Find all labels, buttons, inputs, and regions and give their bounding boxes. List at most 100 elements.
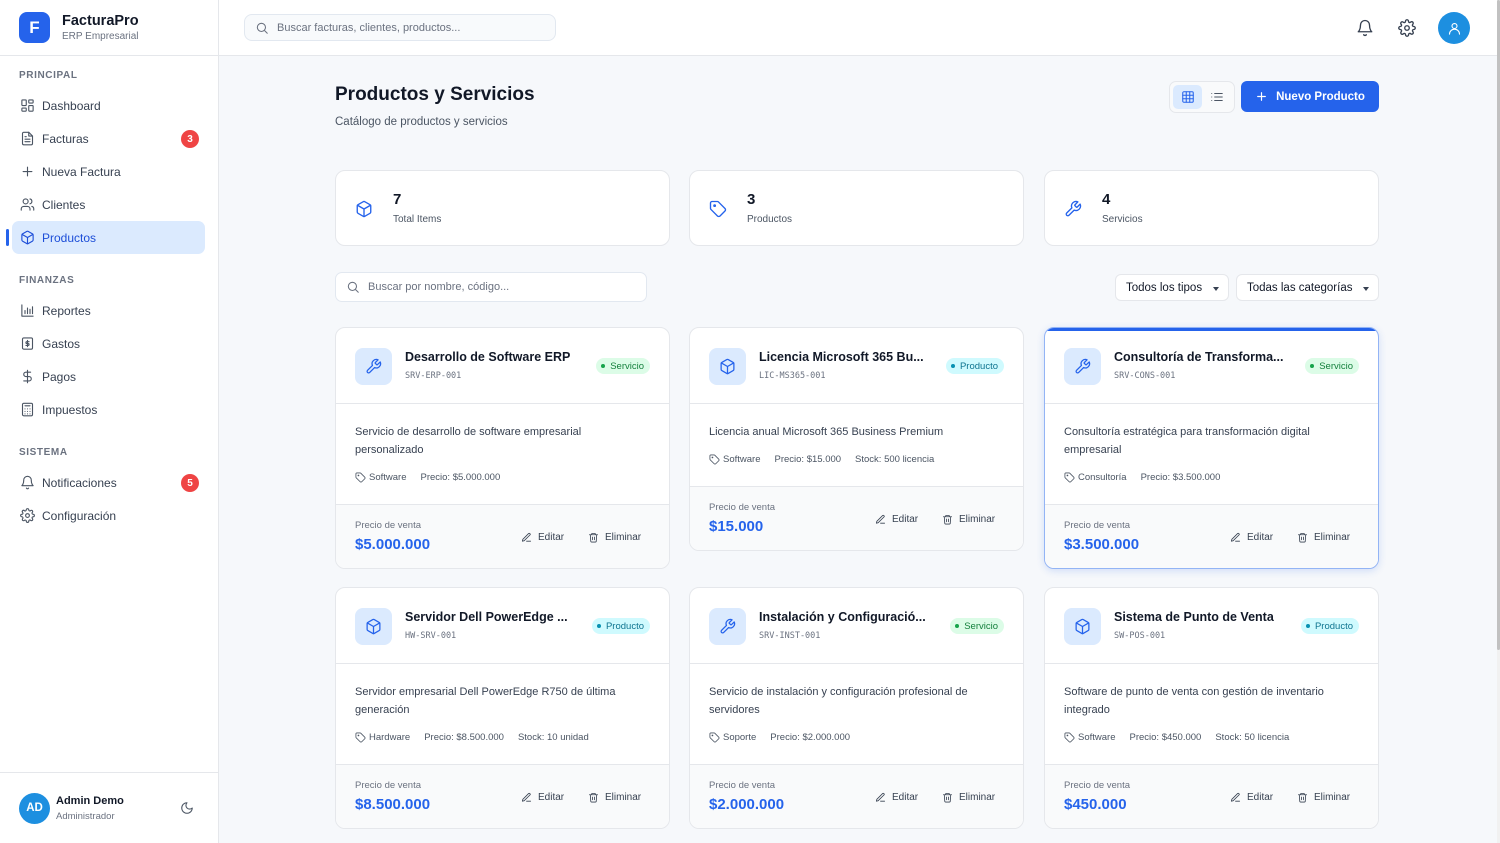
product-card[interactable]: Instalación y Configuració... SRV-INST-0… [689,587,1024,829]
product-type-label: Servicio [1319,360,1353,372]
product-name: Servidor Dell PowerEdge ... [405,610,568,624]
product-meta: Soporte Precio: $2.000.000 [709,732,850,743]
product-type-icon-box [355,348,392,385]
sidebar-item-facturas[interactable]: Facturas 3 [12,122,205,155]
product-code: SRV-INST-001 [759,631,821,641]
type-filter-select[interactable]: Todos los tipos [1115,274,1229,301]
tag-icon [1064,472,1075,483]
wrench-icon [720,618,736,634]
delete-button[interactable]: Eliminar [1297,532,1350,543]
new-product-button[interactable]: Nuevo Producto [1241,81,1379,112]
product-card-footer: Precio de venta $3.500.000 Editar Elimin… [1045,505,1378,568]
category-label: Consultoría [1078,472,1127,483]
price-meta: Precio: $15.000 [774,454,842,465]
brand[interactable]: F FacturaPro ERP Empresarial [0,0,218,56]
product-card-body: Servidor empresarial Dell PowerEdge R750… [336,664,669,765]
sidebar-item-nueva-factura[interactable]: Nueva Factura [12,155,205,188]
edit-button[interactable]: Editar [1230,792,1273,803]
edit-label: Editar [538,532,565,543]
gear-icon[interactable] [1398,19,1416,37]
product-card[interactable]: Consultoría de Transforma... SRV-CONS-00… [1044,327,1379,569]
stock-label: Stock: 50 licencia [1215,732,1290,743]
delete-button[interactable]: Eliminar [1297,792,1350,803]
product-type-badge: Producto [1300,618,1359,634]
sidebar-item-impuestos[interactable]: Impuestos [12,393,205,426]
product-search-input[interactable] [368,281,628,293]
sidebar-item-label: Productos [42,230,97,245]
sidebar-item-label: Clientes [42,197,86,212]
package-icon [356,200,372,218]
trash-icon [942,514,953,525]
product-card-body: Servicio de instalación y configuración … [690,664,1023,765]
package-icon [21,230,34,245]
sidebar-item-productos[interactable]: Productos [6,221,205,254]
grid-view-button[interactable] [1173,85,1202,109]
product-type-label: Servicio [964,620,998,632]
sidebar-item-pagos[interactable]: Pagos [12,360,205,393]
product-type-badge: Servicio [950,618,1004,634]
sidebar-item-reportes[interactable]: Reportes [12,294,205,327]
product-card[interactable]: Servidor Dell PowerEdge ... HW-SRV-001 P… [335,587,670,829]
product-type-icon-box [709,348,746,385]
global-search-input[interactable] [277,21,537,34]
tag-icon [355,472,366,483]
product-name: Licencia Microsoft 365 Bu... [759,350,924,364]
delete-button[interactable]: Eliminar [588,532,641,543]
edit-button[interactable]: Editar [875,792,918,803]
product-name: Desarrollo de Software ERP [405,350,571,364]
edit-icon [1230,792,1241,802]
sale-price-label: Precio de venta [355,520,422,531]
sale-price-value: $8.500.000 [355,796,431,813]
plus-icon [22,166,33,177]
product-card-footer: Precio de venta $5.000.000 Editar Elimin… [336,505,669,568]
sidebar-item-clientes[interactable]: Clientes [12,188,205,221]
edit-icon [875,792,886,802]
delete-button[interactable]: Eliminar [588,792,641,803]
product-card[interactable]: Desarrollo de Software ERP SRV-ERP-001 S… [335,327,670,569]
nav-section-principal: PRINCIPAL [19,70,78,81]
product-card-body: Licencia anual Microsoft 365 Business Pr… [690,404,1023,487]
category-filter-select[interactable]: Todas las categorías [1236,274,1379,301]
product-card-body: Servicio de desarrollo de software empre… [336,404,669,505]
global-search[interactable] [244,14,556,41]
delete-button[interactable]: Eliminar [942,792,995,803]
sale-price-value: $3.500.000 [1064,536,1140,553]
product-search[interactable] [335,272,647,302]
edit-label: Editar [538,792,565,803]
edit-button[interactable]: Editar [875,514,918,525]
status-dot [1310,364,1315,368]
delete-button[interactable]: Eliminar [942,514,995,525]
product-type-icon-box [1064,348,1101,385]
edit-label: Editar [1247,792,1274,803]
product-card-footer: Precio de venta $450.000 Editar Eliminar [1045,765,1378,828]
list-view-button[interactable] [1202,85,1231,109]
stat-value: 7 [393,191,402,208]
edit-button[interactable]: Editar [521,532,564,543]
profile-avatar[interactable] [1438,12,1470,44]
user-panel[interactable]: AD Admin Demo Administrador [0,772,218,843]
sidebar-item-dashboard[interactable]: Dashboard [12,89,205,122]
sidebar-item-configuracion[interactable]: Configuración [12,499,205,532]
edit-button[interactable]: Editar [521,792,564,803]
product-card[interactable]: Sistema de Punto de Venta SW-POS-001 Pro… [1044,587,1379,829]
price-meta: Precio: $8.500.000 [424,732,504,743]
edit-button[interactable]: Editar [1230,532,1273,543]
stat-card-servicios: 4 Servicios [1044,170,1379,246]
sale-price-value: $450.000 [1064,796,1127,813]
stat-value: 4 [1102,191,1111,208]
notificaciones-count-badge: 5 [181,474,199,492]
brand-name: FacturaPro [62,13,139,29]
user-name: Admin Demo [56,794,124,807]
gear-icon [20,508,35,523]
sidebar-item-gastos[interactable]: Gastos [12,327,205,360]
product-type-badge: Producto [591,618,650,634]
bell-icon[interactable] [1356,19,1374,37]
sale-price-value: $2.000.000 [709,796,785,813]
grid-icon [21,99,34,112]
product-card[interactable]: Licencia Microsoft 365 Bu... LIC-MS365-0… [689,327,1024,551]
edit-icon [521,792,532,802]
product-description: Licencia anual Microsoft 365 Business Pr… [709,426,944,438]
sidebar-item-notificaciones[interactable]: Notificaciones 5 [12,466,205,499]
moon-icon[interactable] [180,801,194,815]
product-type-badge: Servicio [1305,358,1359,374]
